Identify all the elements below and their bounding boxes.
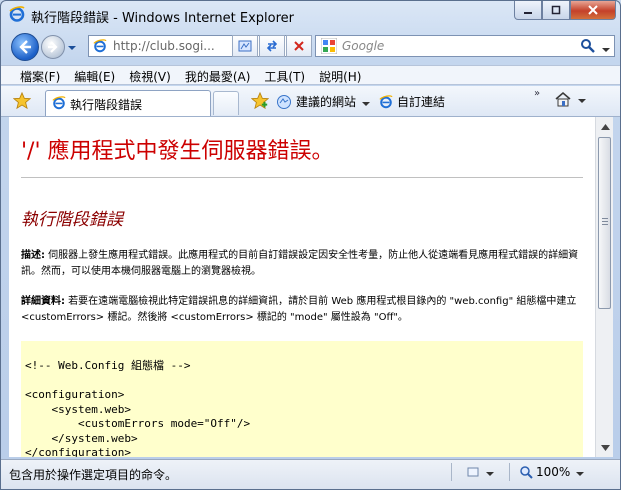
new-tab-button[interactable] — [213, 91, 239, 115]
status-separator — [451, 463, 452, 481]
maximize-button[interactable] — [542, 1, 570, 20]
refresh-button[interactable] — [259, 35, 285, 57]
google-logo-icon — [321, 38, 337, 54]
menu-file[interactable]: 檔案(F) — [13, 66, 67, 84]
search-placeholder: Google — [342, 39, 385, 53]
compatibility-icon — [238, 40, 252, 52]
status-bar: 包含用於操作選定項目的命令。 100% — [1, 459, 620, 489]
description-text: 伺服器上發生應用程式錯誤。此應用程式的目前自訂錯誤設定因安全性考量，防止他人從遠… — [21, 250, 579, 277]
refresh-icon — [266, 40, 278, 52]
custom-links-button[interactable]: 自訂連結 — [379, 93, 445, 110]
search-box[interactable]: Google — [315, 35, 615, 57]
description-label: 描述: — [21, 250, 45, 261]
caption-buttons — [514, 1, 616, 21]
browser-window: 執行階段錯誤 - Windows Internet Explorer http:… — [0, 0, 621, 490]
search-options-dropdown[interactable] — [602, 41, 610, 55]
tab-label: 執行階段錯誤 — [70, 98, 143, 112]
page-title: '/' 應用程式中發生伺服器錯誤。 — [21, 139, 334, 164]
menu-tools[interactable]: 工具(T) — [257, 66, 312, 84]
tab-current[interactable]: 執行階段錯誤 — [45, 90, 211, 116]
vertical-scrollbar[interactable] — [595, 117, 613, 457]
suggested-sites-icon — [277, 94, 291, 109]
tab-row: 執行階段錯誤 建議的網站 自訂連結 » — [1, 86, 620, 117]
menu-edit[interactable]: 編輯(E) — [67, 66, 122, 84]
navigation-row: http://club.sogi... Google — [1, 29, 620, 63]
code-block: <!-- Web.Config 組態檔 --> <configuration> … — [21, 341, 583, 457]
minimize-icon — [524, 12, 532, 14]
menu-bar: 檔案(F) 編輯(E) 檢視(V) 我的最愛(A) 工具(T) 說明(H) — [1, 65, 620, 85]
title-bar[interactable]: 執行階段錯誤 - Windows Internet Explorer — [1, 1, 620, 29]
more-chevron-icon[interactable]: » — [534, 88, 540, 99]
chevron-down-icon — [362, 95, 371, 109]
add-favorite-icon[interactable] — [251, 92, 269, 110]
favorites-star-icon[interactable] — [13, 92, 31, 110]
security-zone-button[interactable] — [466, 465, 494, 479]
description-paragraph: 描述: 伺服器上發生應用程式錯誤。此應用程式的目前自訂錯誤設定因安全性考量，防止… — [21, 248, 583, 280]
menu-favorites[interactable]: 我的最愛(A) — [178, 66, 258, 84]
scroll-up-icon — [600, 123, 610, 130]
recent-pages-dropdown[interactable] — [68, 39, 76, 53]
page-icon — [93, 39, 107, 53]
error-subtitle: 執行階段錯誤 — [21, 210, 123, 230]
zoom-level: 100% — [536, 465, 571, 479]
details-text: 若要在遠端電腦檢視此特定錯誤訊息的詳細資訊，請於目前 Web 應用程式根目錄內的… — [21, 296, 577, 323]
forward-button[interactable] — [41, 35, 65, 59]
details-label: 詳細資料: — [21, 296, 65, 307]
scroll-down-icon — [600, 444, 610, 451]
custom-links-label: 自訂連結 — [397, 95, 446, 109]
stop-button[interactable] — [286, 35, 312, 57]
chevron-down-icon — [578, 92, 586, 106]
search-icon[interactable] — [580, 38, 596, 54]
close-icon — [588, 5, 598, 15]
chevron-down-icon — [576, 465, 585, 479]
home-button[interactable] — [554, 91, 586, 107]
page-icon — [52, 96, 66, 110]
chevron-down-icon — [68, 46, 76, 50]
page-content: '/' 應用程式中發生伺服器錯誤。 執行階段錯誤 描述: 伺服器上發生應用程式錯… — [9, 117, 595, 457]
details-paragraph: 詳細資料: 若要在遠端電腦檢視此特定錯誤訊息的詳細資訊，請於目前 Web 應用程… — [21, 294, 583, 326]
scrollbar-thumb[interactable] — [598, 137, 611, 309]
menu-view[interactable]: 檢視(V) — [122, 66, 178, 84]
status-separator — [509, 463, 510, 481]
suggested-sites-button[interactable]: 建議的網站 — [276, 93, 371, 110]
back-button[interactable] — [11, 33, 39, 61]
compatibility-view-button[interactable] — [232, 35, 258, 57]
chevron-down-icon — [602, 48, 610, 52]
address-url: http://club.sogi... — [113, 39, 215, 53]
maximize-icon — [551, 5, 561, 15]
zoom-button[interactable]: 100% — [519, 465, 585, 479]
zoom-icon — [520, 466, 533, 479]
forward-arrow-icon — [48, 41, 58, 53]
scroll-down-button[interactable] — [597, 439, 613, 456]
ie-logo-icon — [9, 6, 25, 22]
close-button[interactable] — [570, 1, 616, 20]
minimize-button[interactable] — [514, 1, 542, 20]
scroll-up-button[interactable] — [597, 118, 613, 135]
address-buttons — [232, 35, 313, 57]
stop-icon — [294, 41, 304, 51]
page-icon — [379, 94, 393, 108]
back-arrow-icon — [19, 40, 31, 54]
suggested-sites-label: 建議的網站 — [296, 95, 357, 109]
chevron-down-icon — [486, 465, 494, 479]
scrollbar-grip — [602, 218, 608, 226]
status-text: 包含用於操作選定項目的命令。 — [9, 468, 178, 482]
security-zone-icon — [467, 467, 479, 477]
menu-help[interactable]: 說明(H) — [312, 66, 368, 84]
home-icon — [555, 91, 571, 107]
window-title: 執行階段錯誤 - Windows Internet Explorer — [31, 11, 294, 26]
divider — [21, 177, 583, 178]
